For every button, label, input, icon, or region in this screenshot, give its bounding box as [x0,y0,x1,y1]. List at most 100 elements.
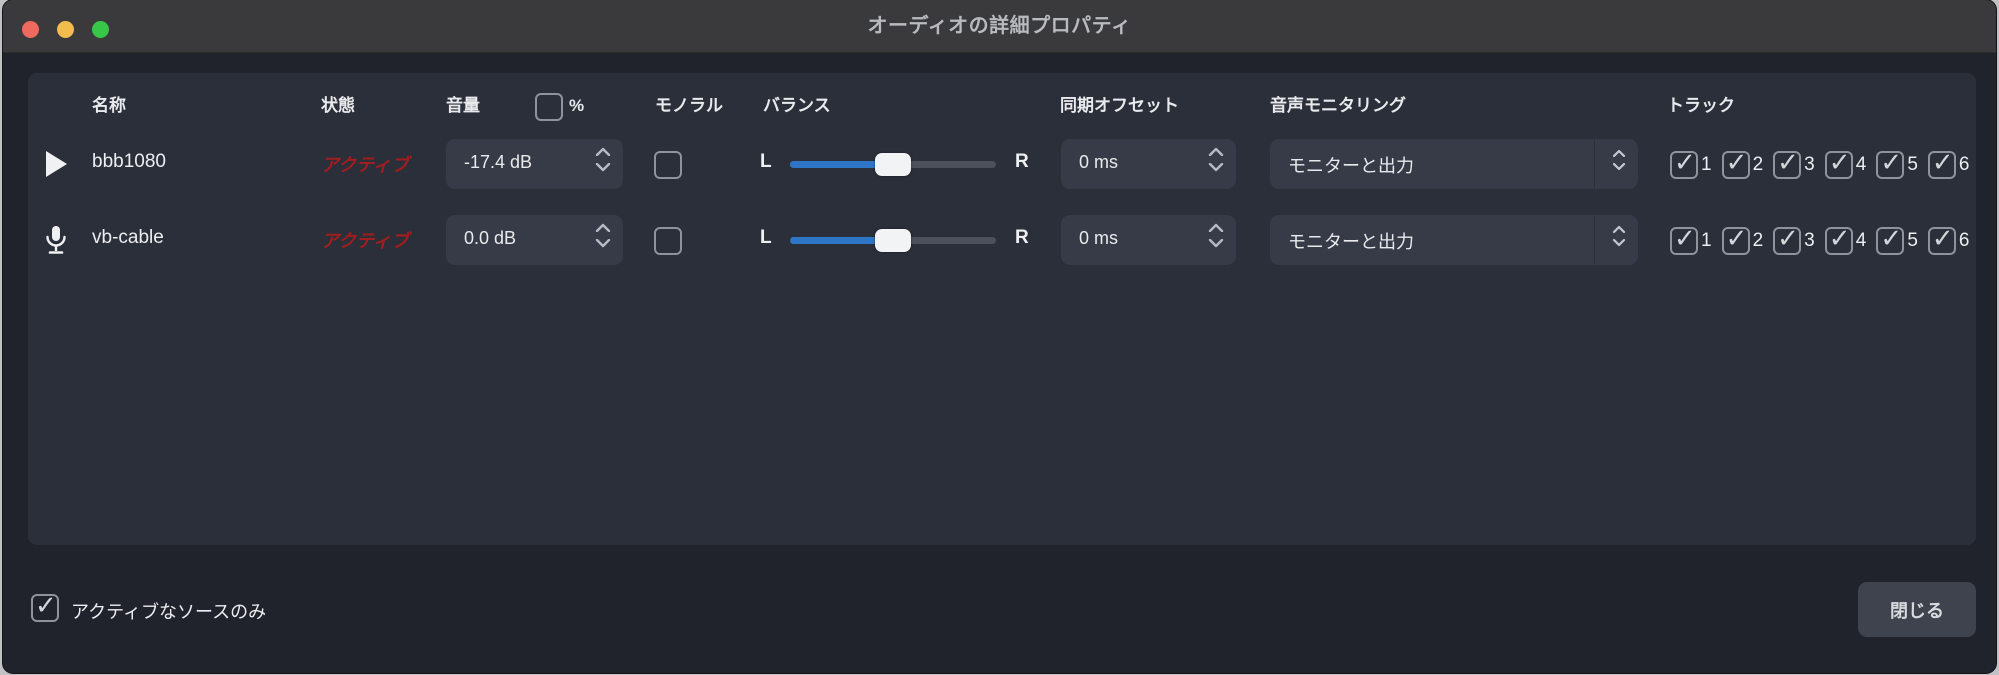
column-header-volume: 音量 [446,96,480,115]
track-checkbox[interactable] [1927,223,1956,255]
track-checkbox-group: 1 2 3 4 5 6 [1670,147,1979,179]
status-badge: アクティブ [321,231,410,251]
track-number: 4 [1855,230,1867,251]
close-button-label: 閉じる [1890,600,1944,621]
track-checkbox-group: 1 2 3 4 5 6 [1670,223,1979,255]
audio-monitoring-dropdown[interactable]: モニターと出力 [1270,215,1638,265]
track-checkbox[interactable] [1876,147,1905,179]
chevron-down-icon [1208,163,1224,172]
chevron-down-icon [595,239,611,248]
balance-left-label: L [760,151,772,172]
chevron-down-icon [1612,163,1626,171]
track-item: 2 [1721,223,1764,255]
dropdown-arrows [1612,149,1626,171]
track-checkbox[interactable] [1670,223,1698,255]
monitoring-value: モニターと出力 [1288,232,1414,252]
column-header-balance: バランス [763,96,831,115]
sync-offset-value: 0 ms [1079,228,1119,248]
track-number: 2 [1752,154,1764,175]
balance-slider-handle[interactable] [875,153,911,176]
track-checkbox[interactable] [1824,223,1853,255]
audio-monitoring-dropdown[interactable]: モニターと出力 [1270,139,1638,189]
track-item: 2 [1721,147,1764,179]
balance-slider[interactable] [790,229,996,252]
track-number: 6 [1958,154,1970,175]
track-checkbox[interactable] [1670,147,1698,179]
volume-value: 0.0 dB [464,228,517,248]
volume-value: -17.4 dB [464,152,533,172]
balance-left-label: L [760,227,772,248]
track-checkbox[interactable] [1927,147,1956,179]
chevron-up-icon [1612,225,1626,233]
sync-offset-value: 0 ms [1079,152,1119,172]
dropdown-divider [1594,139,1595,189]
screenshot: オーディオの詳細プロパティ 名称 状態 音量 % モノラル バランス 同期オフセ… [0,0,1999,675]
spinbox-arrows[interactable] [1208,147,1224,172]
volume-spinbox[interactable]: 0.0 dB [446,215,623,265]
chevron-up-icon [1612,149,1626,157]
monitoring-value: モニターと出力 [1288,156,1414,176]
audio-source-row: vb-cable アクティブ 0.0 dB L R 0 ms モニターと出力 ✓… [3,215,1996,265]
track-item: 6 [1927,147,1970,179]
column-header-monitoring: 音声モニタリング [1270,96,1406,115]
track-item: 5 [1876,223,1918,255]
sync-offset-spinbox[interactable]: 0 ms [1061,215,1236,265]
play-icon [41,147,71,181]
track-item: 3 [1773,223,1815,255]
volume-percent-checkbox[interactable] [535,93,563,121]
active-sources-only-checkbox[interactable] [31,590,59,622]
track-item: 5 [1876,147,1918,179]
title-bar[interactable]: オーディオの詳細プロパティ [3,0,1996,53]
balance-right-label: R [1015,151,1029,172]
spinbox-arrows[interactable] [595,223,611,248]
track-number: 2 [1752,230,1764,251]
track-item: 4 [1824,223,1867,255]
chevron-up-icon [1208,223,1224,232]
close-button[interactable]: 閉じる [1858,582,1976,637]
status-badge: アクティブ [321,155,410,175]
column-header-mono: モノラル [655,96,723,115]
track-number: 4 [1855,154,1867,175]
mono-checkbox[interactable] [654,151,682,179]
track-number: 3 [1804,154,1815,175]
track-item: 3 [1773,147,1815,179]
track-checkbox[interactable] [1773,147,1802,179]
track-number: 1 [1701,230,1712,251]
track-number: 5 [1907,154,1918,175]
microphone-icon [41,223,71,257]
column-header-name: 名称 [92,96,126,115]
column-header-sync-offset: 同期オフセット [1060,96,1179,115]
column-header-percent: % [569,96,585,115]
volume-spinbox[interactable]: -17.4 dB [446,139,623,189]
track-number: 1 [1701,154,1712,175]
audio-source-row: bbb1080 アクティブ -17.4 dB L R 0 ms モニターと出力 … [3,139,1996,189]
balance-slider[interactable] [790,153,996,176]
spinbox-arrows[interactable] [1208,223,1224,248]
track-checkbox[interactable] [1721,147,1750,179]
dropdown-divider [1594,215,1595,265]
track-number: 5 [1907,230,1918,251]
chevron-up-icon [1208,147,1224,156]
track-item: 6 [1927,223,1970,255]
window-title: オーディオの詳細プロパティ [867,15,1132,37]
track-checkbox[interactable] [1773,223,1802,255]
chevron-down-icon [1612,239,1626,247]
mono-checkbox[interactable] [654,227,682,255]
track-checkbox[interactable] [1721,223,1750,255]
advanced-audio-properties-dialog: オーディオの詳細プロパティ 名称 状態 音量 % モノラル バランス 同期オフセ… [3,0,1996,673]
track-item: 1 [1670,147,1712,179]
sync-offset-spinbox[interactable]: 0 ms [1061,139,1236,189]
track-item: 1 [1670,223,1712,255]
track-number: 6 [1958,230,1970,251]
chevron-up-icon [595,223,611,232]
active-sources-only-label: アクティブなソースのみ [71,602,267,622]
spinbox-arrows[interactable] [595,147,611,172]
track-item: 4 [1824,147,1867,179]
balance-slider-handle[interactable] [875,229,911,252]
chevron-up-icon [595,147,611,156]
chevron-down-icon [1208,239,1224,248]
column-header-tracks: トラック [1667,96,1735,115]
track-checkbox[interactable] [1824,147,1853,179]
track-checkbox[interactable] [1876,223,1905,255]
source-name: vb-cable [92,227,164,248]
